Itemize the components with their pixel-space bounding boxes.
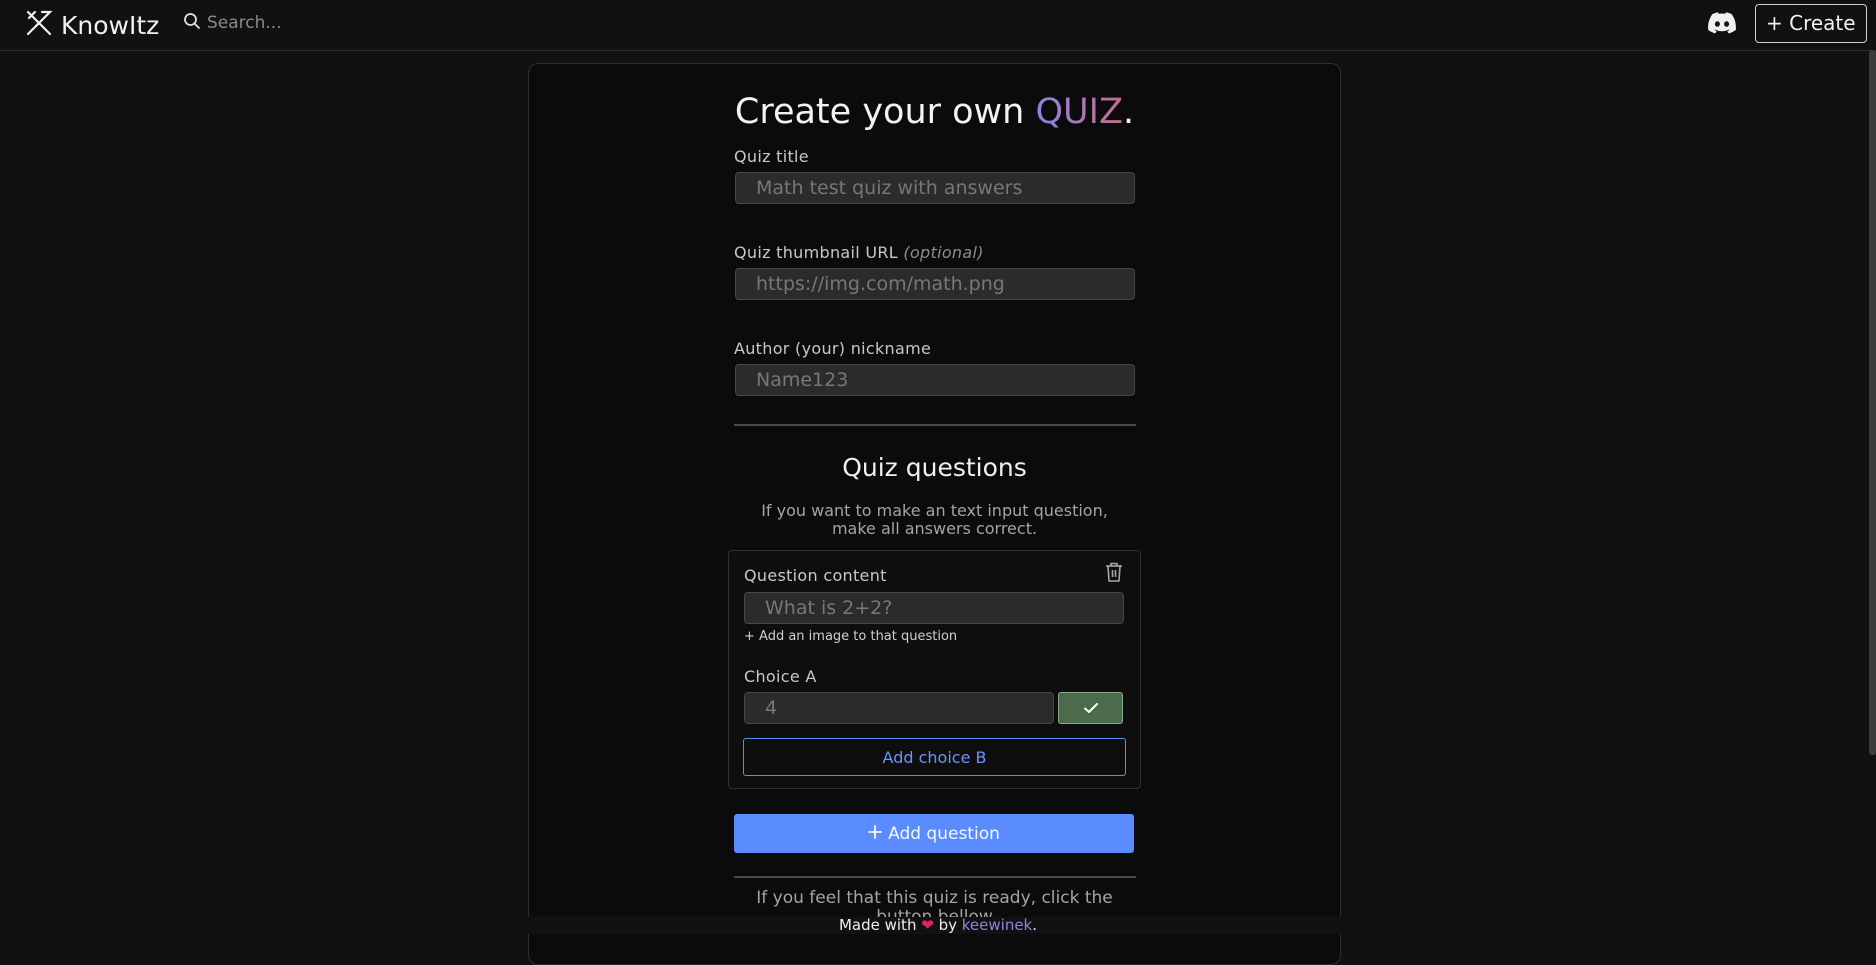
- add-choice-button[interactable]: Add choice B: [743, 738, 1126, 776]
- footer-prefix: Made with: [838, 916, 917, 934]
- quiz-title-label: Quiz title: [734, 147, 809, 166]
- trash-icon[interactable]: [1104, 561, 1124, 587]
- page-scrollbar[interactable]: [1869, 50, 1876, 755]
- page-title-highlight: QUIZ: [1035, 92, 1123, 132]
- create-button[interactable]: + Create: [1755, 4, 1867, 43]
- author-nickname-label: Author (your) nickname: [734, 339, 932, 358]
- footer-by: by: [938, 916, 957, 934]
- heart-icon: ❤: [921, 916, 934, 934]
- author-link[interactable]: keewinek: [962, 916, 1032, 934]
- question-card: Question content + Add an image to that …: [728, 550, 1141, 789]
- author-nickname-input[interactable]: [735, 364, 1135, 396]
- thumbnail-url-label: Quiz thumbnail URL (optional): [734, 243, 984, 262]
- search-bar: [183, 12, 467, 34]
- question-content-label: Question content: [744, 566, 887, 585]
- bottom-divider: [734, 876, 1136, 878]
- search-icon: [183, 12, 201, 34]
- footer: Made with ❤ by keewinek.: [0, 917, 1876, 934]
- optional-tag: (optional): [903, 243, 984, 262]
- questions-hint-line2: make all answers correct.: [831, 519, 1038, 538]
- search-input[interactable]: [207, 13, 467, 33]
- page-title-suffix: .: [1122, 92, 1135, 132]
- mark-correct-toggle[interactable]: [1058, 692, 1123, 724]
- add-question-label: Add question: [888, 823, 1000, 844]
- knowitz-logo-icon: [25, 9, 53, 41]
- add-image-link[interactable]: + Add an image to that question: [744, 629, 957, 644]
- questions-hint-line1: If you want to make an text input questi…: [761, 501, 1108, 520]
- choice-a-label: Choice A: [744, 667, 817, 686]
- page-title: Create your own QUIZ.: [529, 92, 1340, 132]
- page-title-prefix: Create your own: [734, 92, 1036, 132]
- logo-link[interactable]: KnowItz: [25, 9, 159, 41]
- question-content-input[interactable]: [744, 592, 1124, 624]
- quiz-title-input[interactable]: [735, 172, 1135, 204]
- top-navigation-bar: KnowItz + Create: [0, 0, 1876, 51]
- questions-hint: If you want to make an text input questi…: [529, 502, 1340, 538]
- plus-icon: [868, 824, 883, 844]
- section-divider: [734, 424, 1136, 426]
- thumbnail-url-input[interactable]: [735, 268, 1135, 300]
- footer-suffix: .: [1032, 916, 1038, 934]
- choice-a-input[interactable]: [744, 692, 1054, 724]
- thumbnail-url-label-text: Quiz thumbnail URL: [734, 243, 899, 262]
- app-name: KnowItz: [61, 10, 160, 40]
- checkmark-icon: [1083, 699, 1099, 718]
- create-quiz-card: Create your own QUIZ. Quiz title Quiz th…: [528, 63, 1341, 965]
- add-question-button[interactable]: Add question: [734, 814, 1134, 853]
- quiz-questions-heading: Quiz questions: [842, 453, 1027, 482]
- discord-icon[interactable]: [1708, 12, 1736, 38]
